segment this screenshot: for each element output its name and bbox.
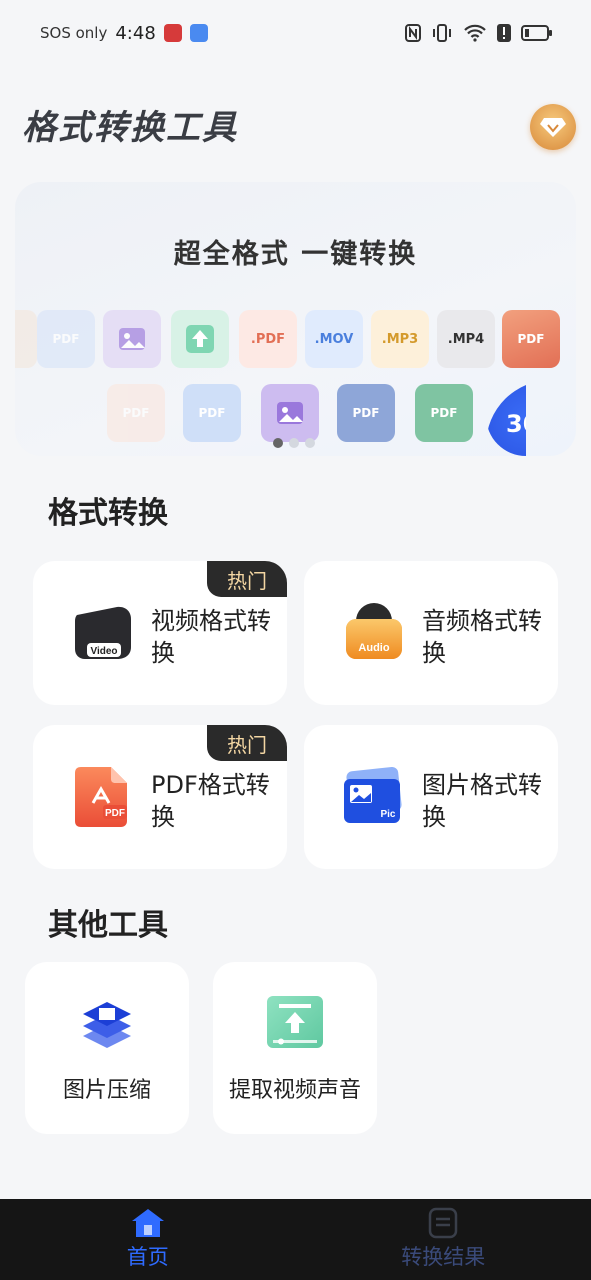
extract-audio-icon (267, 996, 323, 1048)
pdf-excel-tile-icon: PDF (415, 384, 473, 442)
diamond-icon (540, 118, 566, 137)
alert-icon (497, 24, 511, 42)
pdf-icon: PDF (75, 767, 127, 827)
card-label: 音频格式转换 (422, 607, 542, 667)
pdf-word-tile-icon: PDF (337, 384, 395, 442)
carrier-text: SOS only (40, 24, 108, 42)
pdf-badge: PDF (198, 406, 226, 420)
video-convert-card[interactable]: 热门 Video 视频格式转换 (33, 561, 287, 705)
nfc-icon (405, 24, 421, 42)
image-pdf-tile-icon (261, 384, 319, 442)
nav-home[interactable]: 首页 (0, 1199, 296, 1280)
hot-badge: 热门 (207, 561, 287, 597)
pdf-badge: PDF (517, 332, 545, 346)
pdf-badge: PDF (352, 406, 380, 420)
nav-results[interactable]: 转换结果 (296, 1199, 591, 1280)
pdf-phone-tile-icon: PDF (37, 310, 95, 368)
bottom-navigation: 首页 转换结果 (0, 1199, 591, 1280)
image-compress-tool[interactable]: 图片压缩 (25, 962, 189, 1134)
tile-label: .MOV (314, 331, 354, 347)
clock-time: 4:48 (115, 22, 156, 44)
pdf-convert-card[interactable]: 热门 PDF PDF格式转换 (33, 725, 287, 869)
tool-label: 图片压缩 (62, 1078, 151, 1103)
promo-banner[interactable]: 超全格式 一键转换 PDF .PDF .MOV .MP3 .MP4 PDF PD… (15, 182, 576, 456)
file-tile-icon (15, 310, 37, 368)
extract-audio-tool[interactable]: 提取视频声音 (213, 962, 377, 1134)
audio-convert-card[interactable]: Audio 音频格式转换 (304, 561, 558, 705)
carousel-dot-active (273, 438, 283, 448)
pdf-badge: PDF (122, 406, 150, 420)
document-list-icon (429, 1207, 458, 1239)
image-compress-icon (83, 1002, 131, 1048)
pic-icon-text: Pic (380, 809, 395, 820)
card-label: PDF格式转换 (151, 771, 270, 831)
status-left: SOS only 4:48 (40, 23, 208, 44)
image-pdf-tile-icon (103, 310, 161, 368)
carousel-indicator (273, 438, 315, 448)
section-title-format: 格式转换 (48, 496, 168, 531)
audio-icon-text: Audio (358, 642, 389, 654)
hot-badge: 热门 (207, 725, 287, 761)
pdf-ext-tile-icon: .PDF (239, 310, 297, 368)
home-icon (131, 1209, 164, 1237)
tile-label: .PDF (250, 331, 286, 347)
tile-label: .MP4 (447, 331, 485, 347)
nav-label-results: 转换结果 (401, 1245, 486, 1269)
pdf-icon-text: PDF (105, 808, 125, 819)
carousel-dot (305, 438, 315, 448)
video-icon: Video (75, 606, 131, 659)
image-convert-card[interactable]: Pic 图片格式转换 (304, 725, 558, 869)
carousel-dot (289, 438, 299, 448)
picture-icon: Pic (344, 766, 402, 823)
tile-label: .MP3 (381, 331, 419, 347)
mov-ext-tile-icon: .MOV (305, 310, 363, 368)
mp4-ext-tile-icon: .MP4 (437, 310, 495, 368)
page-title: 格式转换工具 (22, 108, 238, 148)
pdf-ppt-faded-tile-icon: PDF (107, 384, 165, 442)
vip-diamond-icon[interactable] (530, 104, 576, 150)
mp3-ext-tile-icon: .MP3 (371, 310, 429, 368)
pdf-badge: PDF (430, 406, 458, 420)
vibrate-icon (433, 24, 451, 42)
notification-app-icon (163, 24, 182, 42)
status-bar: SOS only 4:48 (0, 0, 591, 66)
card-label: 图片格式转换 (422, 771, 542, 831)
status-right (405, 24, 553, 42)
wifi-icon (464, 24, 486, 42)
pdf-badge: PDF (52, 332, 80, 346)
nav-label-home: 首页 (126, 1245, 169, 1269)
pdf-ppt-tile-icon: PDF (502, 310, 560, 368)
battery-icon (521, 25, 552, 41)
notification-app-icon (189, 24, 208, 42)
audio-icon: Audio (346, 603, 402, 659)
tool-label: 提取视频声音 (228, 1078, 361, 1103)
card-label: 视频格式转换 (151, 607, 271, 667)
video-icon-text: Video (90, 646, 117, 657)
section-title-tools: 其他工具 (48, 908, 168, 943)
pdf-phone-tile-icon: PDF (183, 384, 241, 442)
banner-title: 超全格式 一键转换 (173, 239, 418, 270)
audio-extract-tile-icon (171, 310, 229, 368)
